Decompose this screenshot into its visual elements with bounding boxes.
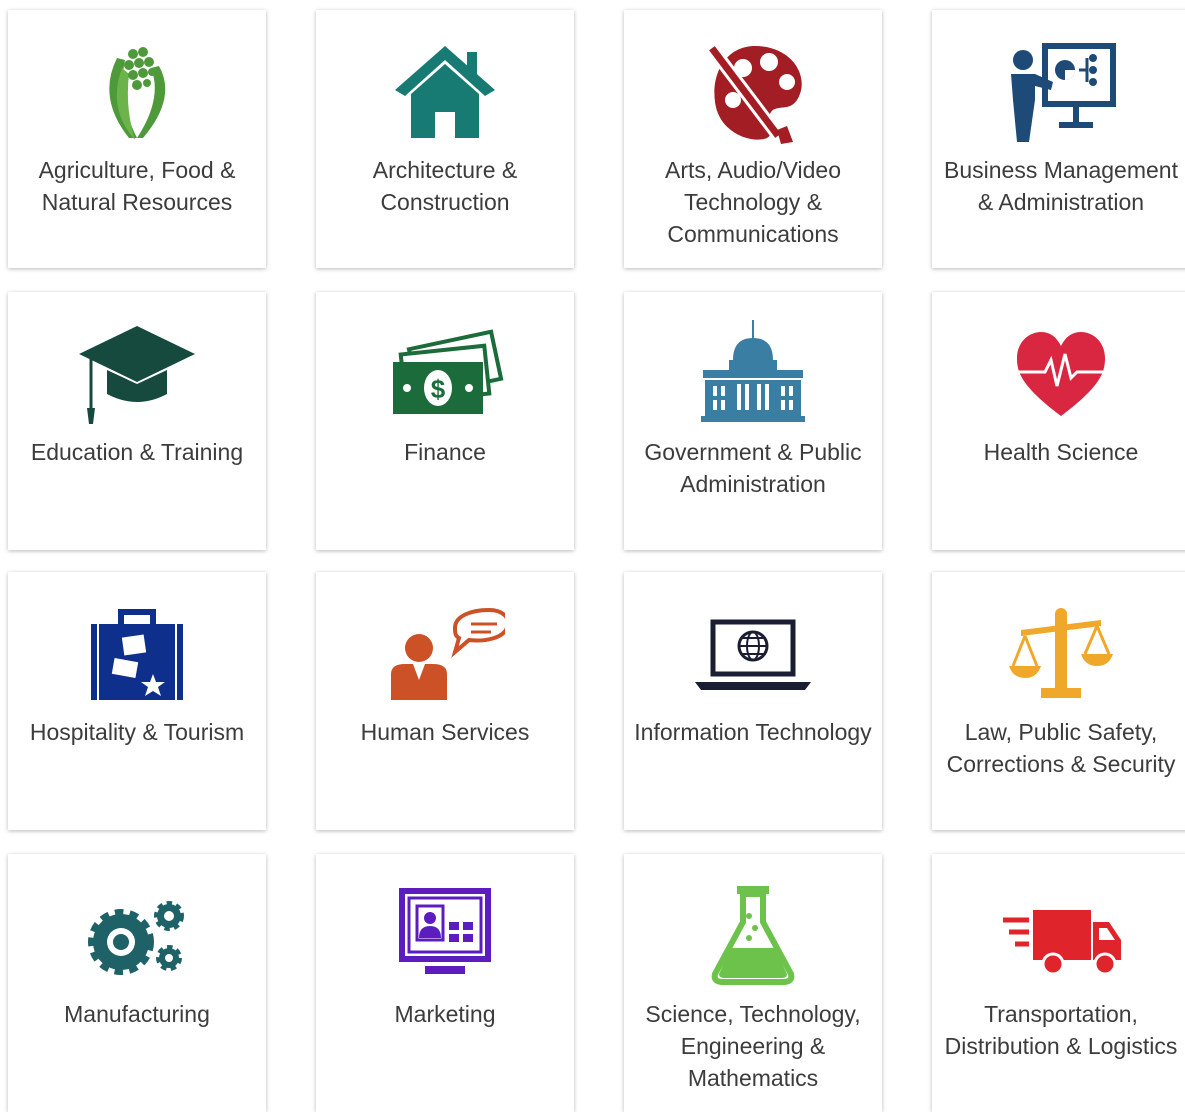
card-label: Science, Technology, Engineering & Mathe… bbox=[645, 1001, 861, 1091]
card-label: Law, Public Safety, Corrections & Securi… bbox=[946, 719, 1176, 777]
card-hospitality[interactable]: Hospitality & Tourism bbox=[8, 572, 266, 830]
person-speech-icon bbox=[385, 600, 505, 710]
card-human-services[interactable]: Human Services bbox=[316, 572, 574, 830]
heart-pulse-icon bbox=[1001, 320, 1121, 430]
card-label: Finance bbox=[404, 439, 486, 465]
card-label: Business Management & Administration bbox=[944, 157, 1178, 215]
card-manufacturing[interactable]: Manufacturing bbox=[8, 854, 266, 1112]
suitcase-icon bbox=[77, 600, 197, 710]
card-label: Education & Training bbox=[30, 439, 244, 465]
card-label: Government & Public Administration bbox=[644, 439, 862, 497]
truck-icon bbox=[1001, 882, 1121, 992]
card-finance[interactable]: $ Finance bbox=[316, 292, 574, 550]
card-architecture[interactable]: Architecture & Construction bbox=[316, 10, 574, 268]
card-label: Manufacturing bbox=[64, 1001, 210, 1027]
card-label: Hospitality & Tourism bbox=[29, 719, 245, 745]
palette-icon bbox=[693, 38, 813, 148]
card-label: Information Technology bbox=[634, 719, 872, 745]
graduation-cap-icon bbox=[77, 320, 197, 430]
card-law[interactable]: Law, Public Safety, Corrections & Securi… bbox=[932, 572, 1185, 830]
card-health[interactable]: Health Science bbox=[932, 292, 1185, 550]
corn-icon bbox=[77, 38, 197, 148]
presentation-icon bbox=[1001, 38, 1121, 148]
svg-text:$: $ bbox=[431, 374, 446, 404]
money-icon: $ bbox=[385, 320, 505, 430]
card-stem[interactable]: Science, Technology, Engineering & Mathe… bbox=[624, 854, 882, 1112]
capitol-building-icon bbox=[693, 320, 813, 430]
card-education[interactable]: Education & Training bbox=[8, 292, 266, 550]
card-arts[interactable]: Arts, Audio/Video Technology & Communica… bbox=[624, 10, 882, 268]
scales-icon bbox=[1001, 600, 1121, 710]
flask-icon bbox=[693, 882, 813, 992]
monitor-icon bbox=[385, 882, 505, 992]
card-government[interactable]: Government & Public Administration bbox=[624, 292, 882, 550]
card-label: Health Science bbox=[983, 439, 1139, 465]
card-information-technology[interactable]: Information Technology bbox=[624, 572, 882, 830]
house-icon bbox=[385, 38, 505, 148]
card-label: Transportation, Distribution & Logistics bbox=[944, 1001, 1178, 1059]
card-marketing[interactable]: Marketing bbox=[316, 854, 574, 1112]
card-business[interactable]: Business Management & Administration bbox=[932, 10, 1185, 268]
laptop-globe-icon bbox=[693, 600, 813, 710]
card-label: Marketing bbox=[394, 1001, 496, 1027]
card-label: Architecture & Construction bbox=[372, 157, 518, 215]
gears-icon bbox=[77, 882, 197, 992]
card-label: Arts, Audio/Video Technology & Communica… bbox=[664, 157, 842, 247]
card-agriculture[interactable]: Agriculture, Food & Natural Resources bbox=[8, 10, 266, 268]
card-label: Agriculture, Food & Natural Resources bbox=[38, 157, 236, 215]
card-label: Human Services bbox=[360, 719, 530, 745]
card-transportation[interactable]: Transportation, Distribution & Logistics bbox=[932, 854, 1185, 1112]
